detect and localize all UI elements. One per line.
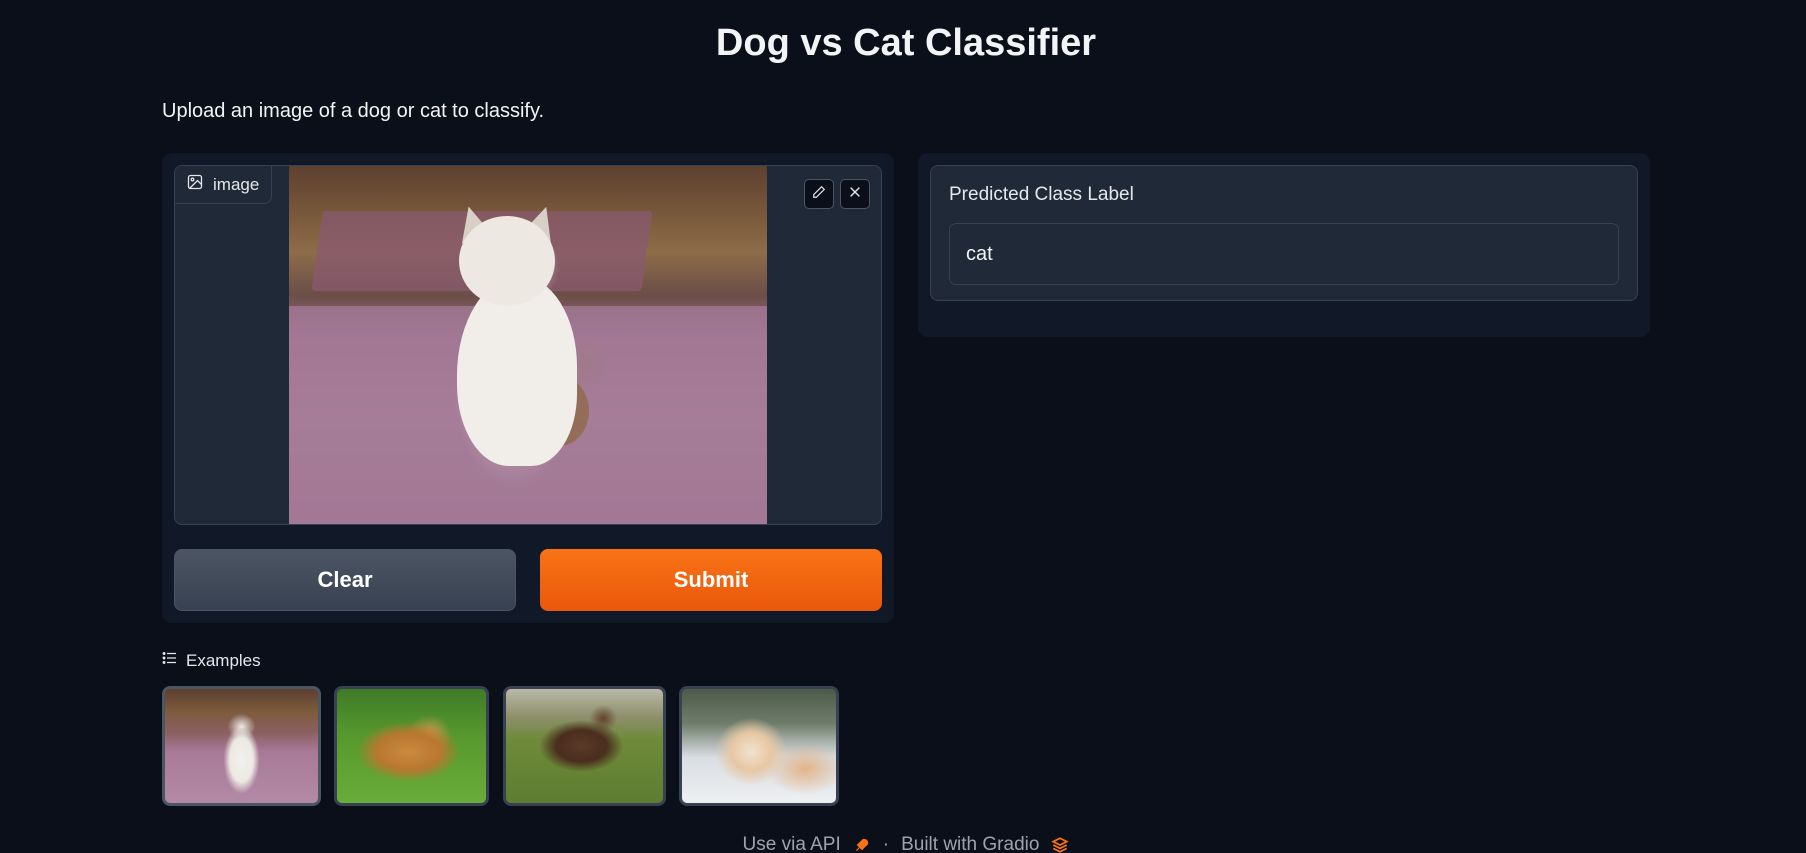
output-label: Predicted Class Label bbox=[949, 184, 1134, 205]
image-icon bbox=[187, 174, 203, 195]
use-via-api-link[interactable]: Use via API bbox=[743, 834, 841, 853]
predicted-label-field[interactable]: cat bbox=[949, 223, 1619, 285]
example-thumbnail-dog-standing[interactable] bbox=[503, 686, 666, 806]
footer-separator: · bbox=[882, 834, 890, 853]
input-panel: image Clear Submit bbox=[162, 153, 894, 623]
uploaded-image bbox=[289, 166, 767, 524]
list-icon bbox=[162, 650, 178, 671]
examples-header: Examples bbox=[162, 650, 261, 671]
rocket-icon bbox=[853, 836, 871, 853]
built-with-gradio-link[interactable]: Built with Gradio bbox=[901, 834, 1039, 853]
image-label-text: image bbox=[213, 174, 260, 194]
example-thumbnail-cat-rug[interactable] bbox=[162, 686, 321, 806]
image-upload[interactable]: image bbox=[174, 165, 882, 525]
pencil-icon bbox=[812, 185, 826, 204]
page-title: Dog vs Cat Classifier bbox=[715, 22, 1097, 64]
output-panel: Predicted Class Label cat bbox=[918, 153, 1650, 337]
clear-button[interactable]: Clear bbox=[174, 549, 516, 611]
footer: Use via API · Built with Gradio bbox=[0, 834, 1806, 853]
examples-label-text: Examples bbox=[186, 650, 261, 670]
page-description: Upload an image of a dog or cat to class… bbox=[162, 100, 545, 122]
remove-image-button[interactable] bbox=[840, 179, 870, 209]
gradio-logo-icon bbox=[1051, 836, 1070, 853]
output-block: Predicted Class Label cat bbox=[930, 165, 1638, 301]
app-page: Dog vs Cat Classifier Upload an image of… bbox=[0, 0, 1806, 853]
submit-button[interactable]: Submit bbox=[540, 549, 882, 611]
image-block-label: image bbox=[175, 166, 273, 204]
edit-image-button[interactable] bbox=[804, 179, 834, 209]
close-icon bbox=[848, 185, 862, 204]
example-thumbnail-dog-grass[interactable] bbox=[334, 686, 489, 806]
example-thumbnail-cat-window[interactable] bbox=[679, 686, 839, 806]
